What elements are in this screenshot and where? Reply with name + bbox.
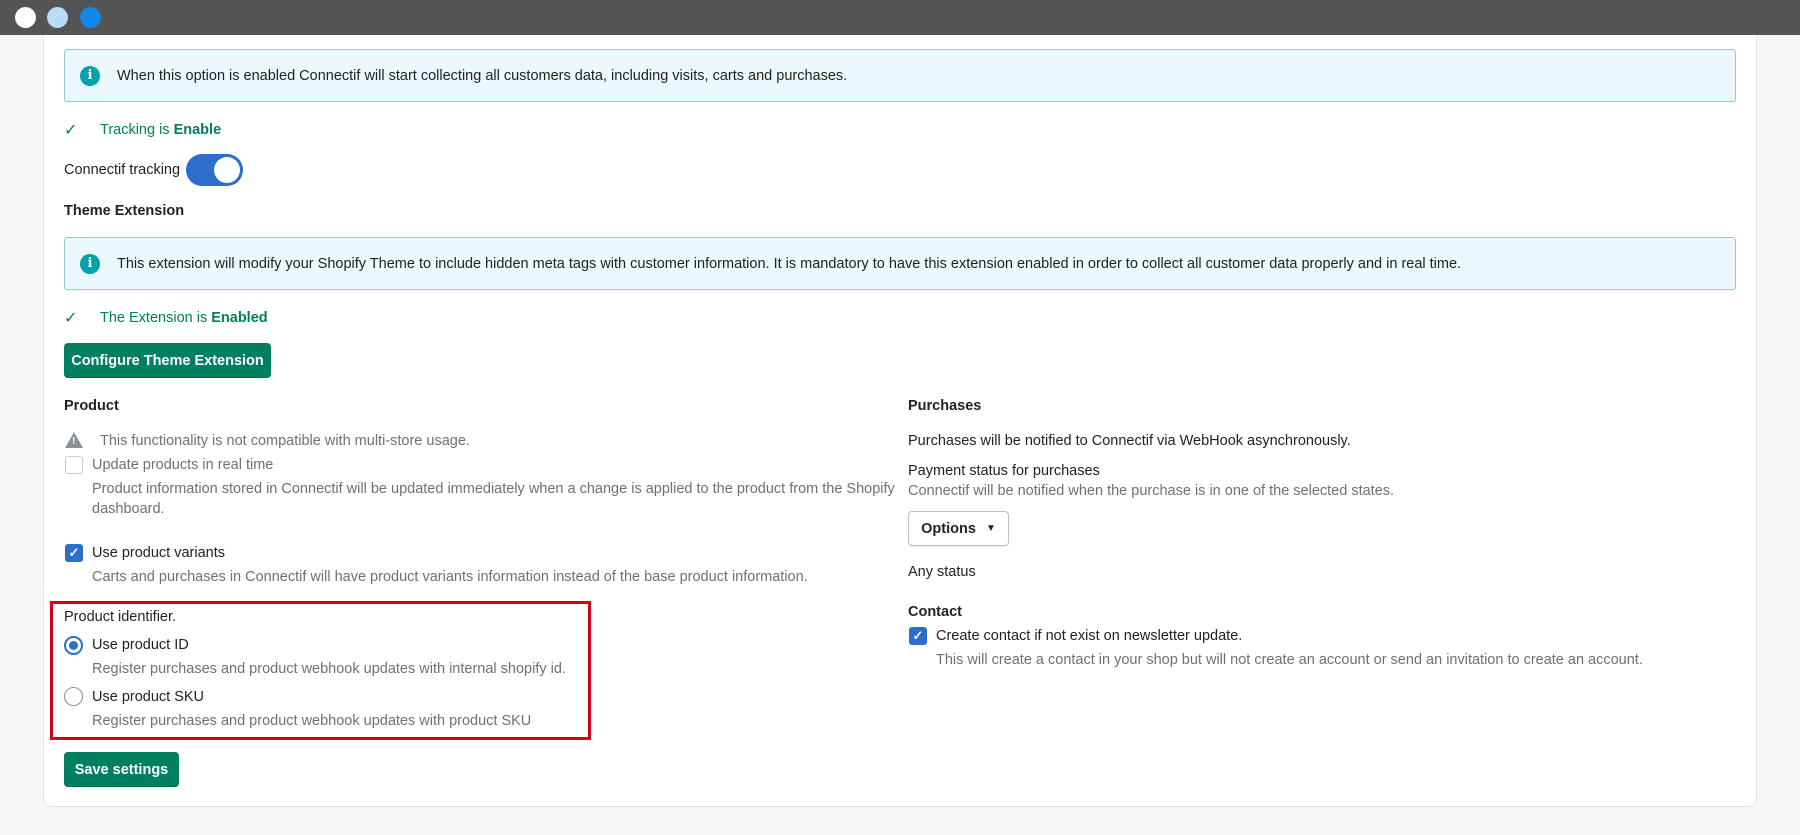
save-settings-button[interactable]: Save settings xyxy=(64,752,179,787)
realtime-label: Update products in real time xyxy=(92,457,274,473)
variants-label: Use product variants xyxy=(92,545,225,561)
theme-extension-heading: Theme Extension xyxy=(64,203,185,219)
create-contact-description: This will create a contact in your shop … xyxy=(936,652,1643,668)
toggle-knob xyxy=(214,157,240,183)
checkmark-icon: ✓ xyxy=(64,310,78,327)
tracking-toggle-label: Connectif tracking xyxy=(64,162,181,178)
extension-status: ✓ The Extension is Enabled xyxy=(64,308,268,328)
payment-status-description: Connectif will be notified when the purc… xyxy=(908,483,1395,499)
theme-extension-info-banner: i This extension will modify your Shopif… xyxy=(64,237,1736,290)
payment-status-label: Payment status for purchases xyxy=(908,463,1100,479)
product-heading: Product xyxy=(64,398,119,414)
purchases-heading: Purchases xyxy=(908,398,982,414)
extension-status-prefix: The Extension is xyxy=(100,310,212,326)
tracking-info-banner: i When this option is enabled Connectif … xyxy=(64,49,1736,102)
selected-payment-status: Any status xyxy=(908,564,976,580)
tracking-banner-text: When this option is enabled Connectif wi… xyxy=(117,67,848,84)
tracking-toggle[interactable] xyxy=(186,154,243,186)
checkmark-icon: ✓ xyxy=(68,545,80,560)
window-minimize-button[interactable] xyxy=(47,7,68,28)
theme-extension-banner-text: This extension will modify your Shopify … xyxy=(117,255,1462,272)
window-maximize-button[interactable] xyxy=(80,7,101,28)
info-icon: i xyxy=(80,65,100,86)
realtime-description-line-1: Product information stored in Connectif … xyxy=(92,481,895,497)
checkmark-icon: ✓ xyxy=(64,122,78,139)
caret-down-icon: ▼ xyxy=(985,523,996,534)
purchases-note: Purchases will be notified to Connectif … xyxy=(908,433,1351,449)
window-close-button[interactable] xyxy=(15,7,36,28)
variants-description: Carts and purchases in Connectif will ha… xyxy=(92,569,808,585)
contact-heading: Contact xyxy=(908,604,962,620)
options-button-label: Options xyxy=(921,520,976,537)
create-contact-checkbox[interactable]: ✓ xyxy=(909,627,927,645)
multistore-warning: This functionality is not compatible wit… xyxy=(100,433,470,449)
highlight-box xyxy=(50,601,591,740)
realtime-description-line-2: dashboard. xyxy=(92,501,165,517)
tracking-status-value: Enable xyxy=(173,122,222,138)
extension-status-value: Enabled xyxy=(211,310,268,326)
info-icon: i xyxy=(80,253,100,274)
variants-checkbox[interactable]: ✓ xyxy=(65,544,83,562)
create-contact-label: Create contact if not exist on newslette… xyxy=(936,628,1243,644)
warning-icon: ! xyxy=(65,432,83,448)
options-dropdown-button[interactable]: Options ▼ xyxy=(908,511,1009,546)
tracking-status-prefix: Tracking is xyxy=(100,122,174,138)
tracking-status: ✓ Tracking is Enable xyxy=(64,120,221,140)
realtime-checkbox[interactable] xyxy=(65,456,83,474)
window-titlebar xyxy=(0,0,1800,35)
configure-theme-extension-button[interactable]: Configure Theme Extension xyxy=(64,343,271,378)
checkmark-icon: ✓ xyxy=(912,628,924,643)
